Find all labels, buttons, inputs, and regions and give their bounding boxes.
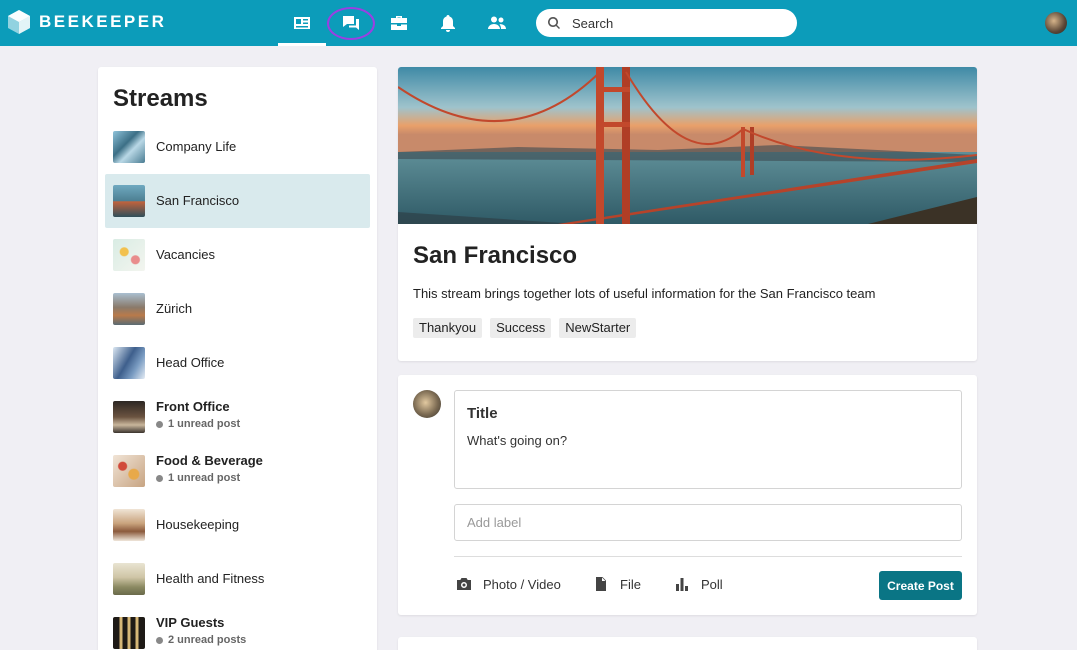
camera-icon: [457, 578, 471, 590]
user-avatar[interactable]: [1045, 12, 1067, 34]
poll-label: Poll: [701, 576, 723, 592]
file-label: File: [620, 576, 641, 592]
stream-item-food-beverage[interactable]: Food & Beverage 1 unread post: [105, 444, 370, 498]
stream-name: Housekeeping: [156, 517, 240, 532]
search-icon: [548, 17, 560, 29]
stream-item-san-francisco[interactable]: San Francisco: [105, 174, 370, 228]
unread-count: 1 unread post: [156, 472, 240, 484]
post-composer: Title What's going on? Add label Photo /…: [398, 375, 977, 615]
file-icon: [596, 577, 606, 591]
stream-thumbnail: [113, 617, 145, 649]
brand-name: BEEKEEPER: [39, 12, 167, 31]
toolbox-icon: [391, 16, 407, 30]
nav-news-feed[interactable]: [278, 0, 326, 46]
tag-chip[interactable]: Success: [490, 318, 552, 338]
stream-thumbnail: [113, 239, 145, 271]
stream-name: Company Life: [156, 139, 237, 154]
stream-thumbnail: [113, 401, 145, 433]
add-label-input[interactable]: Add label: [454, 504, 962, 541]
stream-thumbnail: [113, 131, 145, 163]
beekeeper-logo[interactable]: BEEKEEPER: [8, 10, 166, 34]
stream-header-card: San Francisco This stream brings togethe…: [398, 67, 977, 361]
stream-item-front-office[interactable]: Front Office 1 unread post: [105, 390, 370, 444]
stream-thumbnail: [113, 509, 145, 541]
nav-toolbox[interactable]: [375, 0, 423, 46]
unread-dot: [156, 420, 163, 428]
streams-sidebar: Streams Company Life San Francisco Vacan…: [98, 67, 377, 650]
stream-item-vip-guests[interactable]: VIP Guests 2 unread posts: [105, 606, 370, 650]
unread-dot: [156, 636, 163, 644]
stream-name: Front Office: [156, 399, 230, 414]
unread-count: 1 unread post: [156, 418, 240, 430]
search-bar[interactable]: [536, 9, 797, 37]
tag-chip[interactable]: NewStarter: [559, 318, 637, 338]
stream-thumbnail: [113, 293, 145, 325]
stream-item-zurich[interactable]: Zürich: [105, 282, 370, 336]
nav-chat[interactable]: [327, 0, 375, 46]
post-title-placeholder[interactable]: Title: [467, 405, 498, 422]
nav-notifications[interactable]: [424, 0, 472, 46]
stream-title: San Francisco: [413, 242, 578, 269]
top-bar: BEEKEEPER: [0, 0, 1077, 46]
stream-item-health-fitness[interactable]: Health and Fitness: [105, 552, 370, 606]
poll-button[interactable]: Poll: [674, 576, 723, 592]
create-post-button[interactable]: Create Post: [879, 571, 962, 600]
composer-divider: [454, 556, 962, 557]
stream-item-head-office[interactable]: Head Office: [105, 336, 370, 390]
photo-video-label: Photo / Video: [483, 576, 561, 592]
stream-name: VIP Guests: [156, 615, 225, 630]
nav-people[interactable]: [473, 0, 521, 46]
stream-thumbnail: [113, 563, 145, 595]
composer-avatar: [413, 390, 441, 418]
unread-dot: [156, 474, 163, 482]
stream-thumbnail: [113, 455, 145, 487]
stream-name: Health and Fitness: [156, 571, 265, 586]
stream-thumbnail: [113, 185, 145, 217]
search-input[interactable]: [572, 15, 772, 31]
stream-item-vacancies[interactable]: Vacancies: [105, 228, 370, 282]
post-text-area[interactable]: Title What's going on?: [454, 390, 962, 489]
stream-name: Zürich: [156, 301, 193, 316]
photo-video-button[interactable]: Photo / Video: [456, 576, 561, 592]
stream-name: San Francisco: [156, 193, 240, 208]
beekeeper-logo-icon: [8, 10, 30, 34]
stream-name: Head Office: [156, 355, 225, 370]
stream-name: Vacancies: [156, 247, 216, 262]
stream-tags: Thankyou Success NewStarter: [413, 318, 637, 338]
stream-thumbnail: [113, 347, 145, 379]
unread-count: 2 unread posts: [156, 634, 246, 646]
tag-chip[interactable]: Thankyou: [413, 318, 483, 338]
stream-name: Food & Beverage: [156, 453, 263, 468]
post-body-placeholder[interactable]: What's going on?: [467, 433, 567, 448]
bar-chart-icon: [676, 578, 688, 591]
people-icon: [488, 16, 506, 29]
chat-icon: [343, 16, 359, 30]
stream-description: This stream brings together lots of usef…: [413, 286, 876, 301]
stream-banner-image: [398, 67, 977, 224]
file-button[interactable]: File: [593, 576, 641, 592]
next-post-card: [398, 637, 977, 650]
stream-item-housekeeping[interactable]: Housekeeping: [105, 498, 370, 552]
news-feed-icon: [294, 17, 310, 29]
stream-item-company-life[interactable]: Company Life: [105, 120, 370, 174]
sidebar-title: Streams: [113, 85, 208, 112]
bell-icon: [441, 15, 455, 32]
